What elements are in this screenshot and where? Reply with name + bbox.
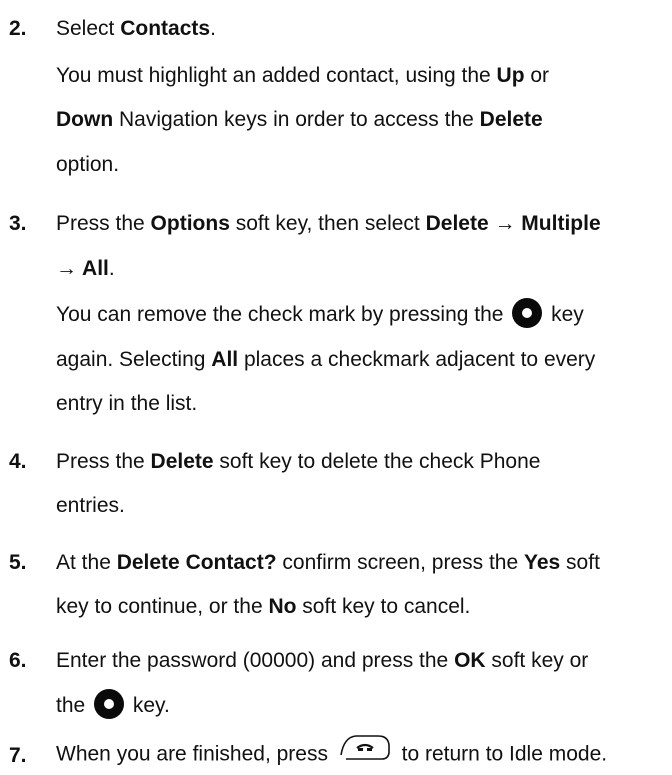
text-run: Press the bbox=[56, 450, 151, 473]
step-line: At the Delete Contact? confirm screen, p… bbox=[56, 544, 600, 581]
text-run: soft key to delete the check Phone bbox=[213, 450, 541, 473]
text-run: Press the bbox=[56, 212, 151, 235]
text-run: Navigation keys in order to access the bbox=[113, 108, 480, 131]
step-line: Press the Delete soft key to delete the … bbox=[56, 443, 540, 480]
text-run: soft bbox=[560, 551, 600, 574]
step-number: 4. bbox=[9, 450, 27, 473]
step-line: → All. bbox=[56, 250, 115, 287]
step-line: You must highlight an added contact, usi… bbox=[56, 57, 549, 94]
step-line: You can remove the check mark by pressin… bbox=[56, 296, 584, 333]
text-run: to return to Idle mode. bbox=[395, 742, 608, 766]
end-key-icon bbox=[338, 733, 392, 773]
step-line: Press the Options soft key, then select … bbox=[56, 205, 601, 242]
bold-term: Options bbox=[150, 212, 230, 235]
ok-key-icon bbox=[94, 689, 125, 720]
step-number: 2. bbox=[9, 17, 27, 40]
bold-term: Delete → Multiple bbox=[425, 212, 601, 235]
text-run: soft key, then select bbox=[229, 212, 426, 235]
text-run: key to continue, or the bbox=[56, 595, 269, 618]
text-run: confirm screen, press the bbox=[276, 551, 524, 574]
bold-term: Delete Contact? bbox=[116, 551, 277, 574]
text-run: places a checkmark adjacent to every bbox=[238, 348, 596, 371]
text-run: entries. bbox=[56, 494, 125, 517]
step-line: the key. bbox=[56, 687, 170, 724]
text-run: again. Selecting bbox=[56, 348, 212, 371]
step-number: 5. bbox=[9, 551, 27, 574]
step-number: 7. bbox=[9, 744, 27, 767]
manual-page: 2. Select Contacts. You must highlight a… bbox=[0, 0, 672, 767]
text-run: . bbox=[108, 257, 115, 280]
text-run: soft key or bbox=[485, 649, 589, 672]
ok-key-icon bbox=[512, 298, 543, 329]
step-line: key to continue, or the No soft key to c… bbox=[56, 588, 470, 625]
bold-term: Contacts bbox=[120, 17, 211, 40]
step-number: 3. bbox=[9, 212, 27, 235]
text-run: When you are finished, press bbox=[56, 742, 334, 766]
bold-term: Delete bbox=[479, 108, 543, 131]
step-line: Down Navigation keys in order to access … bbox=[56, 101, 543, 138]
text-run: At the bbox=[56, 551, 117, 574]
step-line: Enter the password (00000) and press the… bbox=[56, 642, 588, 679]
step-number: 6. bbox=[9, 649, 27, 672]
text-run: . bbox=[210, 17, 216, 40]
text-run: key. bbox=[127, 694, 170, 717]
text-run: You must highlight an added contact, usi… bbox=[56, 64, 497, 87]
bold-term: All bbox=[211, 348, 239, 371]
bold-term: Yes bbox=[524, 551, 561, 574]
text-run: option. bbox=[56, 153, 120, 176]
text-run: You can remove the check mark by pressin… bbox=[56, 303, 510, 326]
bold-term: No bbox=[268, 595, 297, 618]
step-line: Select Contacts. bbox=[56, 10, 216, 47]
step-line: entry in the list. bbox=[56, 385, 197, 422]
text-run: entry in the list. bbox=[56, 392, 198, 415]
text-run: soft key to cancel. bbox=[296, 595, 471, 618]
step-line: option. bbox=[56, 146, 119, 183]
text-run: the bbox=[56, 694, 92, 717]
text-run: Enter the password (00000) and press the bbox=[56, 649, 455, 672]
step-line: When you are finished, press to return t… bbox=[56, 735, 607, 775]
step-line: again. Selecting All places a checkmark … bbox=[56, 341, 595, 378]
bold-term: OK bbox=[454, 649, 486, 672]
text-run: Select bbox=[56, 17, 121, 40]
text-run: or bbox=[524, 64, 550, 87]
step-line: entries. bbox=[56, 487, 125, 524]
bold-term: Delete bbox=[150, 450, 214, 473]
bold-term: Up bbox=[496, 64, 525, 87]
bold-term: Down bbox=[56, 108, 114, 131]
bold-term: → All bbox=[56, 257, 109, 280]
text-run: key bbox=[545, 303, 584, 326]
